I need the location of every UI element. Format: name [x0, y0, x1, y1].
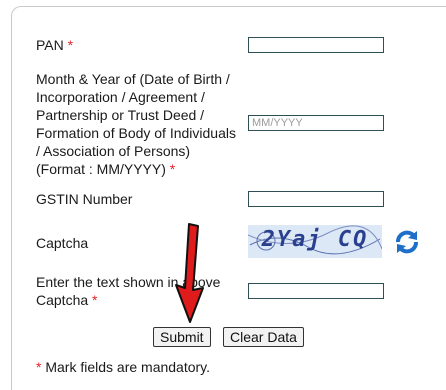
captcha-input-label-line: Enter the text shown in above	[36, 274, 221, 290]
dob-label-line: (Format : MM/YYYY) *	[36, 161, 176, 177]
dob-label: Month & Year of (Date of Birth / Incorpo…	[36, 70, 246, 178]
dob-input[interactable]	[248, 115, 384, 131]
gstin-label: GSTIN Number	[36, 191, 133, 207]
pan-label: PAN *	[36, 37, 74, 53]
required-marker: *	[67, 37, 74, 53]
required-marker: *	[92, 292, 98, 308]
captcha-text: 2Yaj CQ	[261, 227, 369, 252]
dob-label-line: Incorporation / Agreement /	[36, 89, 205, 105]
pan-input[interactable]	[248, 37, 384, 53]
captcha-input[interactable]	[248, 283, 384, 299]
gstin-input[interactable]	[248, 191, 384, 207]
captcha-image: 2Yaj CQ	[248, 225, 382, 258]
red-arrow-annotation	[175, 223, 204, 323]
captcha-label: Captcha	[36, 235, 89, 251]
dob-label-line: Partnership or Trust Deed /	[36, 107, 205, 123]
dob-label-line: Month & Year of (Date of Birth /	[36, 71, 230, 87]
refresh-captcha-icon[interactable]	[393, 228, 421, 256]
mandatory-note-text: Mark fields are mandatory.	[41, 359, 211, 375]
captcha-input-label-line: Captcha *	[36, 292, 98, 308]
captcha-input-label: Enter the text shown in above Captcha *	[36, 273, 251, 309]
clear-data-button[interactable]: Clear Data	[223, 327, 304, 347]
mandatory-note: * Mark fields are mandatory.	[36, 358, 210, 376]
required-marker: *	[169, 161, 176, 177]
submit-button[interactable]: Submit	[153, 327, 211, 347]
dob-label-line: Formation of Body of Individuals	[36, 125, 236, 141]
dob-label-line: / Association of Persons)	[36, 143, 191, 159]
